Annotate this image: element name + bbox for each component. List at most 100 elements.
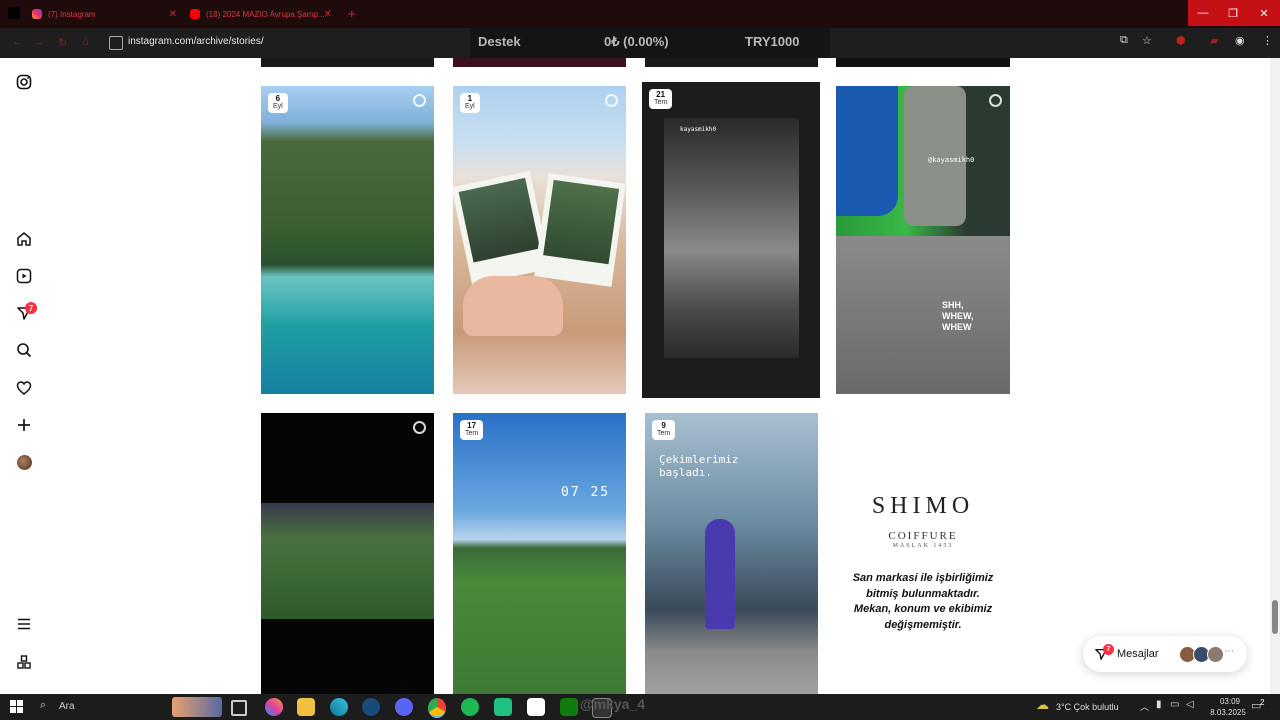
story-tile[interactable]: kayasmikh0 21 Tem (642, 82, 820, 398)
spotify-icon[interactable] (461, 698, 479, 716)
story-date-badge: 9 Tem (652, 420, 676, 440)
story-tile[interactable]: Çekimlerimiz başladı. 9 Tem (645, 413, 818, 694)
page-scrollbar[interactable] (1270, 58, 1280, 694)
menu-icon[interactable] (14, 614, 34, 634)
home-icon[interactable] (14, 229, 34, 249)
close-tab-icon[interactable]: ✕ (169, 9, 177, 20)
app-green-icon[interactable] (494, 698, 512, 716)
heart-icon[interactable] (14, 378, 34, 398)
tab-youtube[interactable]: (18) 2024 MAZIO Avrupa Şamp... ✕ (190, 4, 332, 24)
browser-menu-dots-icon[interactable]: ⋮ (1262, 34, 1273, 47)
tray-chevron-icon[interactable]: ︿ (1140, 700, 1149, 713)
new-tab-button[interactable]: + (348, 6, 356, 21)
install-app-icon[interactable]: ⧉ (1120, 34, 1128, 47)
copilot-icon[interactable] (265, 698, 283, 716)
xbox-icon[interactable] (560, 698, 578, 716)
search-icon[interactable]: ⌕ (40, 699, 46, 712)
messages-button[interactable]: 7 Mesajlar ⋯ (1083, 636, 1247, 672)
profile-icon[interactable]: ◉ (1235, 34, 1245, 47)
back-icon[interactable]: ← (12, 36, 23, 48)
person-blue (836, 86, 898, 216)
polaroid-photo (534, 173, 626, 287)
story-tile[interactable] (261, 413, 434, 694)
home-icon[interactable]: ⌂ (82, 36, 89, 48)
steam-icon[interactable] (362, 698, 380, 716)
bookmark-star-icon[interactable]: ☆ (1142, 34, 1152, 47)
profile-avatar[interactable] (17, 455, 32, 470)
network-icon[interactable]: ▭ (1170, 699, 1179, 710)
story-tile[interactable]: @kayasmikh0 SHH, WHEW, WHEW (836, 86, 1010, 394)
ticker-label: Destek (478, 34, 521, 49)
file-explorer-icon[interactable] (297, 698, 315, 716)
minimize-button[interactable]: — (1188, 0, 1218, 26)
story-tile[interactable]: 1 Eyl (453, 86, 626, 394)
browser-menu-icon[interactable] (8, 7, 20, 19)
shimo-location: MASLAK 1453 (892, 543, 954, 549)
highlight-circle-icon[interactable] (413, 421, 426, 434)
instagram-sidebar (0, 58, 48, 694)
story-tile-shimo[interactable]: SHIMO COIFFURE MASLAK 1453 San markasi i… (836, 413, 1010, 694)
reels-icon[interactable] (14, 266, 34, 286)
window-close-button[interactable]: ✕ (1248, 0, 1280, 26)
story-time-overlay: 07 25 (561, 485, 611, 500)
reload-icon[interactable]: ↻ (58, 36, 67, 49)
taskbar-search[interactable]: Ara (59, 701, 75, 712)
story-text-overlay: Çekimlerimiz başladı. (659, 453, 739, 479)
story-tile-partial[interactable] (836, 58, 1010, 67)
tab-instagram[interactable]: (7) Instagram ✕ (32, 4, 177, 24)
more-dots-icon: ⋯ (1224, 646, 1234, 657)
shimo-brand: SHIMO (871, 493, 975, 519)
notification-badge: 7 (25, 302, 37, 314)
highlight-circle-icon[interactable] (605, 94, 618, 107)
search-icon[interactable] (14, 340, 34, 360)
story-date-badge: 21 Tem (649, 89, 673, 109)
stream-overlay-text: @mkya_4 (580, 696, 646, 712)
ticker-change: 0₺ (0.00%) (604, 34, 669, 49)
instagram-logo-icon[interactable] (14, 72, 34, 92)
forward-icon[interactable]: → (34, 36, 45, 48)
messages-badge: 7 (1103, 644, 1114, 655)
notification-count: 2 (1260, 698, 1265, 707)
search-highlight-image (172, 697, 222, 717)
url-field[interactable]: instagram.com/archive/stories/ (128, 36, 264, 47)
clock-time[interactable]: 03:09 (1210, 697, 1250, 706)
volume-icon[interactable]: ◁ (1186, 699, 1194, 710)
chrome-icon[interactable] (428, 698, 446, 718)
extension-icon[interactable]: ⬢ (1176, 34, 1186, 47)
scrollbar-thumb[interactable] (1272, 600, 1278, 634)
highlight-circle-icon[interactable] (413, 94, 426, 107)
tab-label: (18) 2024 MAZIO Avrupa Şamp... (206, 9, 325, 19)
clock-date[interactable]: 8.03.2025 (1202, 708, 1254, 717)
site-info-icon[interactable] (109, 36, 123, 50)
create-plus-icon[interactable] (14, 415, 34, 435)
weather-icon[interactable]: ☁ (1036, 697, 1049, 713)
person-figure (705, 519, 735, 629)
story-photo-field (261, 503, 434, 619)
tab-label: (7) Instagram (48, 9, 96, 19)
more-apps-icon[interactable] (14, 652, 34, 672)
epic-games-icon[interactable] (527, 698, 545, 716)
instagram-favicon (32, 9, 42, 19)
youtube-favicon (190, 9, 200, 19)
story-username-overlay: @kayasmikh0 (928, 156, 975, 164)
highlight-circle-icon[interactable] (989, 94, 1002, 107)
story-tile-partial[interactable] (261, 58, 434, 67)
extension-2-icon[interactable]: ▰ (1210, 34, 1218, 47)
microphone-icon[interactable]: ▮ (1156, 699, 1162, 710)
story-tile[interactable]: 6 Eyl (261, 86, 434, 394)
edge-icon[interactable] (330, 698, 348, 716)
story-date-badge: 1 Eyl (460, 93, 480, 113)
task-view-icon[interactable] (231, 700, 247, 716)
discord-icon[interactable] (395, 698, 413, 716)
avatar (1207, 646, 1224, 663)
story-tile-partial[interactable] (453, 58, 626, 67)
close-tab-icon[interactable]: ✕ (324, 9, 332, 20)
restore-button[interactable]: ❐ (1218, 0, 1248, 26)
story-username-overlay: kayasmikh0 (680, 126, 717, 133)
windows-start-icon[interactable] (10, 700, 23, 713)
weather-text[interactable]: 3°C Çok bulutlu (1056, 702, 1119, 712)
story-tile-partial[interactable] (645, 58, 818, 67)
story-tile[interactable]: 07 25 17 Tem (453, 413, 626, 694)
story-photo-gym (664, 118, 799, 358)
story-date-badge: 6 Eyl (268, 93, 288, 113)
